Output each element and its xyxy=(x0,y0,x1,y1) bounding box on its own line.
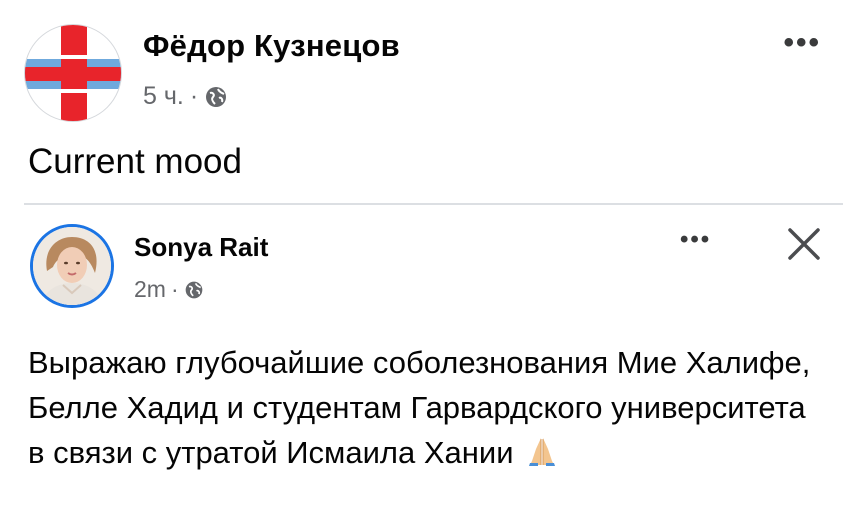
globe-icon[interactable] xyxy=(204,85,228,109)
shared-post-divider xyxy=(24,203,843,205)
shared-post-text: Выражаю глубочайшие соболезнования Мие Х… xyxy=(28,340,818,475)
red-blue-cross-logo xyxy=(25,25,121,121)
shared-author-name[interactable]: Sonya Rait xyxy=(134,232,268,263)
more-options-button[interactable]: ••• xyxy=(783,26,821,60)
shared-post-text-content: Выражаю глубочайшие соболезнования Мие Х… xyxy=(28,345,811,470)
post-timestamp[interactable]: 5 ч. xyxy=(143,82,184,111)
author-name[interactable]: Фёдор Кузнецов xyxy=(143,28,400,64)
close-icon[interactable] xyxy=(782,222,826,266)
praying-hands-icon xyxy=(529,438,556,466)
shared-post-timestamp[interactable]: 2m xyxy=(134,276,166,303)
meta-separator: · xyxy=(170,276,179,302)
shared-author-avatar[interactable] xyxy=(30,224,114,308)
facebook-post: Фёдор Кузнецов 5 ч. · ••• Current mood S… xyxy=(0,0,843,521)
profile-photo-icon xyxy=(33,227,111,305)
post-meta: 5 ч. · xyxy=(143,82,228,111)
shared-more-options-button[interactable]: ••• xyxy=(680,226,711,254)
meta-separator: · xyxy=(189,82,199,110)
author-avatar[interactable] xyxy=(24,24,122,122)
shared-post-meta: 2m · xyxy=(134,276,204,303)
globe-icon[interactable] xyxy=(184,280,204,300)
post-text: Current mood xyxy=(28,142,242,181)
